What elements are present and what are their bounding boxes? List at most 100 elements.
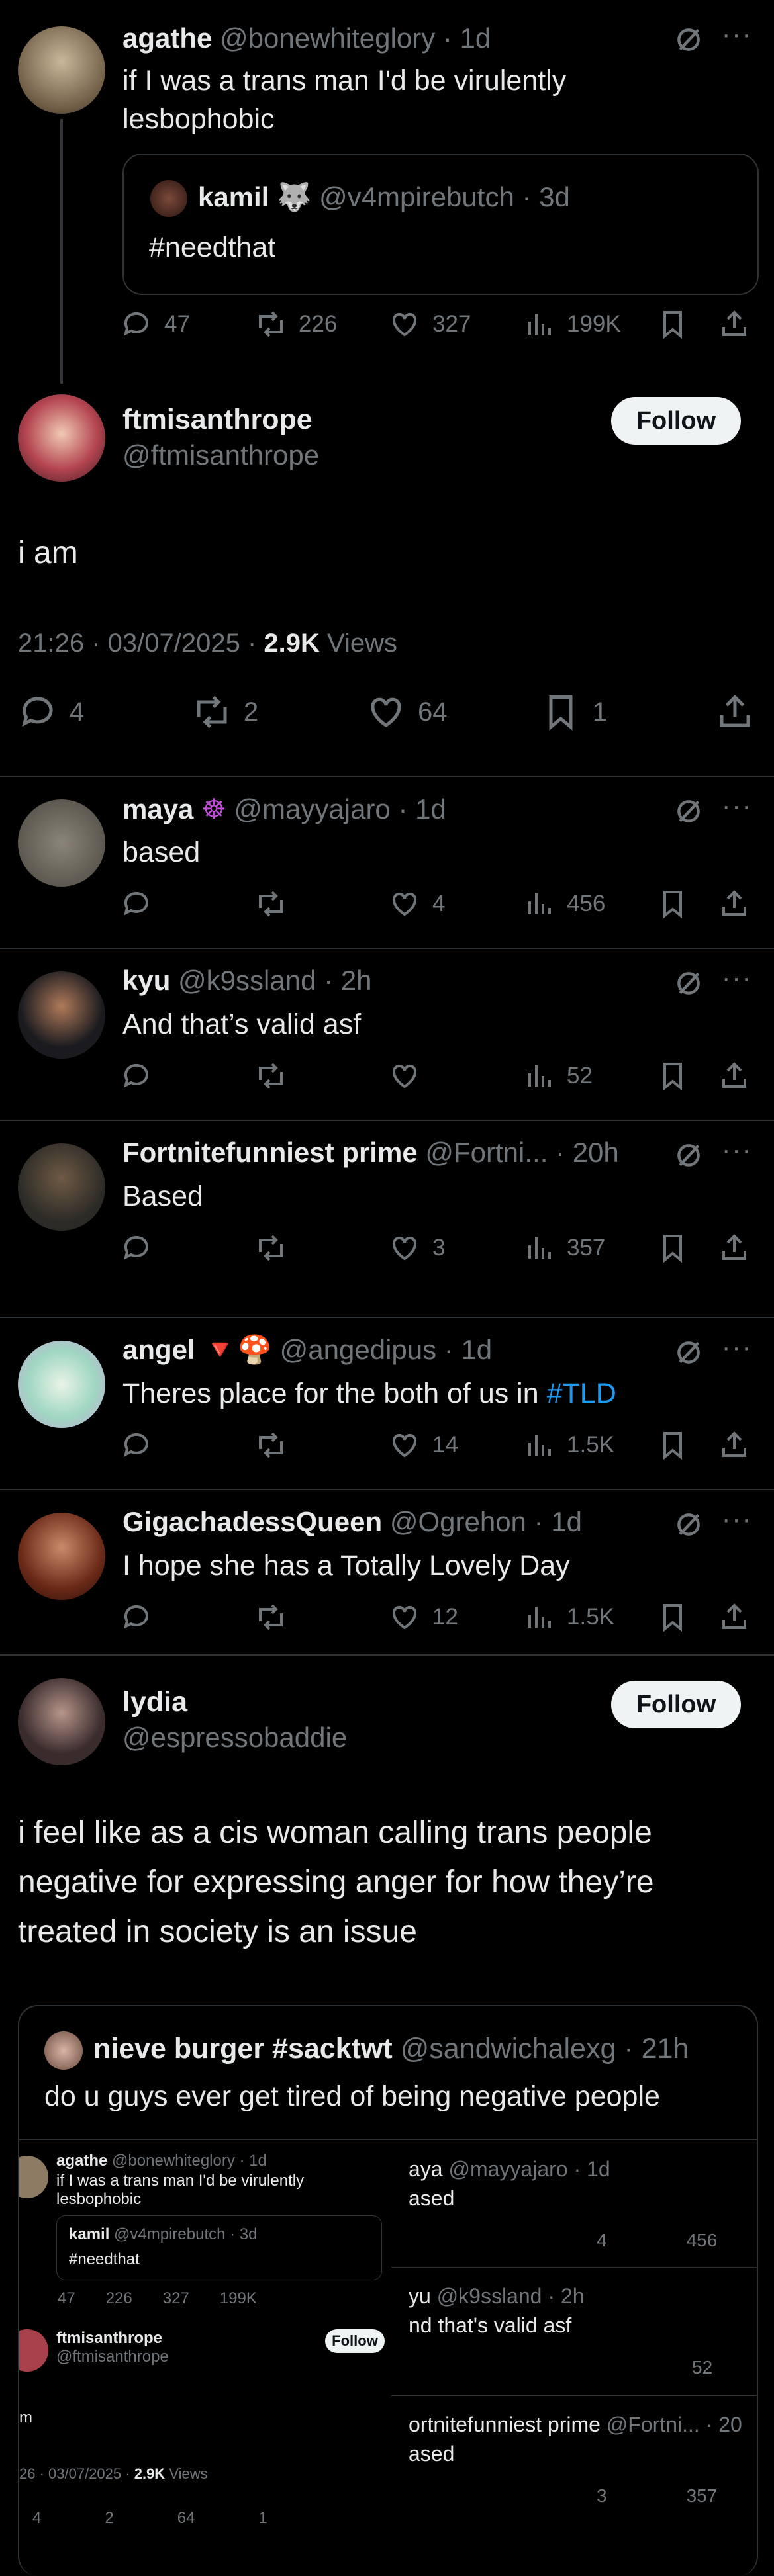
reply-icon[interactable] bbox=[121, 1232, 152, 1264]
bookmark-button[interactable]: 1 bbox=[541, 692, 607, 732]
tweet-time[interactable]: · 2h bbox=[324, 965, 371, 996]
grok-icon[interactable] bbox=[674, 797, 703, 826]
bookmark-icon[interactable] bbox=[657, 1429, 689, 1461]
share-icon[interactable] bbox=[718, 308, 750, 340]
more-icon[interactable]: ··· bbox=[722, 791, 752, 821]
bookmark-icon[interactable] bbox=[657, 1601, 689, 1633]
follow-button[interactable]: Follow bbox=[611, 1681, 741, 1728]
avatar bbox=[19, 2329, 48, 2372]
more-icon[interactable]: ··· bbox=[722, 1505, 752, 1534]
views-label: Views bbox=[327, 629, 398, 658]
share-icon[interactable] bbox=[718, 1232, 750, 1264]
like-button[interactable]: 14 bbox=[389, 1429, 458, 1461]
quote-card[interactable]: nieve burger #sacktwt @sandwichalexg · 2… bbox=[18, 2005, 758, 2576]
avatar[interactable] bbox=[18, 394, 105, 482]
quote-image[interactable]: agathe @bonewhiteglory · 1d if I was a t… bbox=[19, 2139, 757, 2576]
repost-icon[interactable] bbox=[255, 1232, 287, 1264]
author-name[interactable]: ftmisanthrope bbox=[122, 404, 313, 436]
views-button[interactable]: 456 bbox=[523, 888, 605, 920]
bookmark-icon[interactable] bbox=[657, 1060, 689, 1092]
author-handle[interactable]: @espressobaddie bbox=[122, 1722, 347, 1754]
avatar[interactable] bbox=[18, 1513, 105, 1600]
more-icon[interactable]: ··· bbox=[722, 20, 752, 50]
author-name[interactable]: Fortnitefunniest prime bbox=[122, 1137, 418, 1168]
like-button[interactable]: 4 bbox=[389, 888, 445, 920]
repost-button[interactable]: 226 bbox=[255, 308, 337, 340]
avatar[interactable] bbox=[18, 1678, 105, 1765]
tweet-time[interactable]: · 1d bbox=[444, 1334, 492, 1365]
like-button[interactable]: 327 bbox=[389, 308, 471, 340]
tweet-text: nd that's valid asf bbox=[409, 2313, 572, 2337]
tweet-text: m bbox=[19, 2409, 32, 2426]
like-button[interactable]: 64 bbox=[366, 692, 448, 732]
repost-icon[interactable] bbox=[255, 1429, 287, 1461]
reply-button[interactable]: 4 bbox=[18, 692, 84, 732]
author-handle[interactable]: @Ogrehon bbox=[390, 1506, 526, 1537]
author-name[interactable]: angel bbox=[122, 1334, 195, 1365]
author-name[interactable]: lydia bbox=[122, 1686, 187, 1718]
reply-icon[interactable] bbox=[121, 1060, 152, 1092]
grok-icon[interactable] bbox=[674, 969, 703, 998]
thread-line bbox=[60, 119, 63, 384]
views-button[interactable]: 199K bbox=[523, 308, 621, 340]
avatar[interactable] bbox=[18, 799, 105, 887]
author-handle[interactable]: @angedipus bbox=[280, 1334, 436, 1365]
repost-icon[interactable] bbox=[255, 1060, 287, 1092]
mini-stats: 4 2 64 1 bbox=[32, 2509, 267, 2528]
author-handle[interactable]: @Fortni... bbox=[425, 1137, 548, 1168]
repost-icon[interactable] bbox=[255, 1601, 287, 1633]
author-name[interactable]: GigachadessQueen bbox=[122, 1506, 382, 1537]
avatar[interactable] bbox=[18, 971, 105, 1059]
share-icon[interactable] bbox=[718, 1601, 750, 1633]
tweet-time[interactable]: · 1d bbox=[443, 22, 491, 54]
author-name[interactable]: maya bbox=[122, 793, 193, 824]
bookmark-icon[interactable] bbox=[657, 308, 689, 340]
views-button[interactable]: 52 bbox=[523, 1060, 593, 1092]
views-button[interactable]: 1.5K bbox=[523, 1429, 614, 1461]
share-icon[interactable] bbox=[718, 1429, 750, 1461]
views-button[interactable]: 1.5K bbox=[523, 1601, 614, 1633]
author-name[interactable]: agathe bbox=[122, 22, 212, 54]
more-icon[interactable]: ··· bbox=[722, 1135, 752, 1165]
bookmark-icon[interactable] bbox=[657, 1232, 689, 1264]
share-icon[interactable] bbox=[715, 692, 755, 732]
tweet-header: angel 🔻🍄 @angedipus · 1d bbox=[122, 1334, 492, 1366]
grok-icon[interactable] bbox=[674, 25, 703, 54]
more-icon[interactable]: ··· bbox=[722, 1333, 752, 1362]
like-icon[interactable] bbox=[389, 1060, 432, 1092]
author-name[interactable]: kyu bbox=[122, 965, 170, 996]
tweet-text: if I was a trans man I'd be virulently bbox=[56, 2172, 305, 2190]
tweet-timestamp[interactable]: 21:26 · 03/07/2025 · bbox=[18, 629, 256, 658]
author-handle[interactable]: @bonewhiteglory bbox=[220, 22, 435, 54]
bookmark-icon[interactable] bbox=[657, 888, 689, 920]
author-handle[interactable]: @ftmisanthrope bbox=[122, 439, 319, 471]
tweet-time[interactable]: · 1d bbox=[398, 793, 446, 824]
avatar[interactable] bbox=[18, 1143, 105, 1231]
grok-icon[interactable] bbox=[674, 1338, 703, 1367]
author-name: yu bbox=[409, 2284, 431, 2308]
share-icon[interactable] bbox=[718, 1060, 750, 1092]
reply-button[interactable]: 47 bbox=[121, 308, 190, 340]
reply-icon[interactable] bbox=[121, 1429, 152, 1461]
tweet-header: maya ☸ @mayyajaro · 1d bbox=[122, 793, 446, 825]
repost-button[interactable]: 2 bbox=[192, 692, 258, 732]
reply-icon[interactable] bbox=[121, 1601, 152, 1633]
author-handle[interactable]: @k9ssland bbox=[178, 965, 316, 996]
author-handle[interactable]: @mayyajaro bbox=[234, 793, 390, 824]
tweet-time[interactable]: · 1d bbox=[534, 1506, 582, 1537]
like-button[interactable]: 12 bbox=[389, 1601, 458, 1633]
follow-button[interactable]: Follow bbox=[611, 397, 741, 445]
share-icon[interactable] bbox=[718, 888, 750, 920]
grok-icon[interactable] bbox=[674, 1510, 703, 1539]
views-button[interactable]: 357 bbox=[523, 1232, 605, 1264]
quote-card[interactable]: kamil 🐺 @v4mpirebutch · 3d #needthat bbox=[122, 154, 759, 295]
hashtag-link[interactable]: #TLD bbox=[547, 1378, 616, 1409]
like-button[interactable]: 3 bbox=[389, 1232, 445, 1264]
avatar[interactable] bbox=[18, 26, 105, 114]
repost-icon[interactable] bbox=[255, 888, 287, 920]
tweet-time[interactable]: · 20h bbox=[556, 1137, 619, 1168]
avatar[interactable] bbox=[18, 1341, 105, 1428]
grok-icon[interactable] bbox=[674, 1141, 703, 1170]
more-icon[interactable]: ··· bbox=[722, 963, 752, 993]
reply-icon[interactable] bbox=[121, 888, 152, 920]
